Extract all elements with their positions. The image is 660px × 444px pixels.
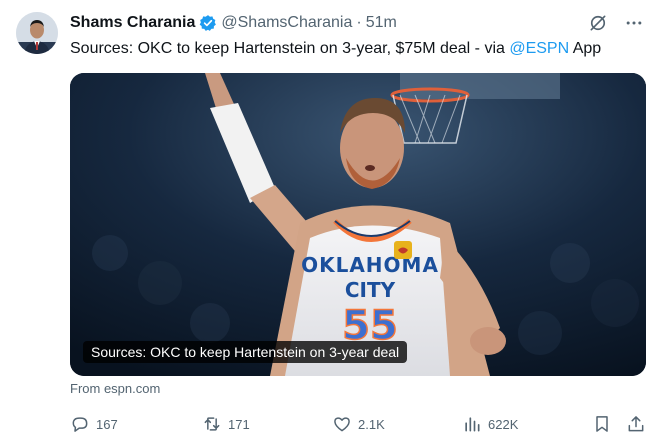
reply-count: 167 [96,416,118,432]
reply-button[interactable]: 167 [70,410,118,438]
player-photo: OKLAHOMA CITY 55 [70,73,646,376]
verified-badge-icon [199,14,217,32]
author-name[interactable]: Shams Charania [70,14,195,32]
like-button[interactable]: 2.1K [332,410,385,438]
tweet-text-end: App [569,40,602,57]
jersey-text-line2: CITY [345,278,396,302]
repost-count: 171 [228,416,250,432]
action-bar: 167 171 2.1K 622K [62,410,650,438]
avatar[interactable] [16,12,58,54]
bookmark-button[interactable] [592,410,612,438]
media-card[interactable]: OKLAHOMA CITY 55 Sources: OKC to keep Ha… [70,73,646,376]
separator-dot: · [356,14,362,31]
tweet-header: Shams Charania @ShamsCharania · 51m [70,12,644,34]
views-chart-icon [465,417,480,432]
share-icon [628,416,644,432]
jersey-text-line1: OKLAHOMA [301,253,439,277]
heart-icon [334,417,350,432]
timestamp[interactable]: 51m [366,14,397,32]
author-handle[interactable]: @ShamsCharania [221,14,352,32]
like-count: 2.1K [358,416,385,432]
repost-button[interactable]: 171 [202,410,250,438]
bookmark-icon [596,416,608,432]
tweet-text-main: Sources: OKC to keep Hartenstein on 3-ye… [70,40,510,57]
reply-icon [72,417,88,432]
more-options-icon[interactable] [624,13,644,33]
repost-icon [204,417,220,431]
share-button[interactable] [626,410,646,438]
views-button[interactable]: 622K [462,410,518,438]
media-caption: Sources: OKC to keep Hartenstein on 3-ye… [83,341,408,363]
tweet-text: Sources: OKC to keep Hartenstein on 3-ye… [70,38,601,60]
mention-link[interactable]: @ESPN [509,40,569,57]
views-count: 622K [488,416,519,432]
grok-icon[interactable] [588,13,608,33]
card-source[interactable]: From espn.com [70,381,160,396]
